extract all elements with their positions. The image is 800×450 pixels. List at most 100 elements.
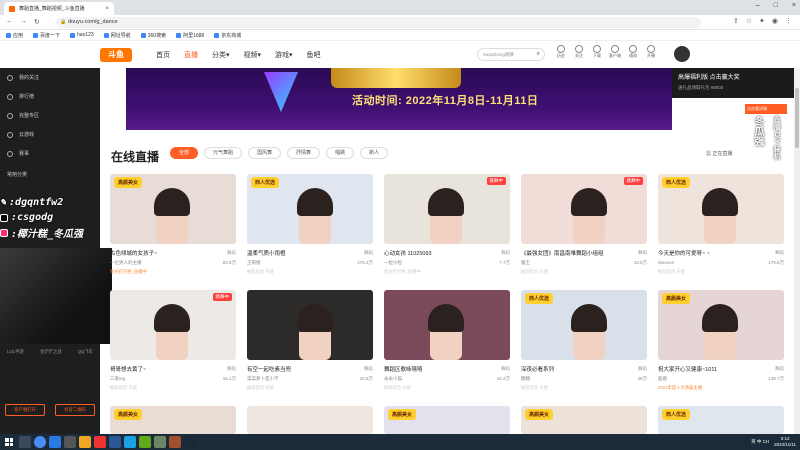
category-tab[interactable]: 唱跳: [326, 147, 355, 159]
card-category[interactable]: 舞蹈: [775, 250, 784, 256]
stream-card[interactable]: 跳舞中 舞蹈 心动女孩 11025093 一粒沙粒 7.7万 星光打召唤_直播中: [384, 174, 510, 282]
forward-icon[interactable]: →: [20, 18, 27, 26]
side-promo[interactable]: 高爆福利版 点击赢大奖 送礼品领取礼包 ¥9000: [672, 68, 800, 98]
sort-link[interactable]: ▦ 正在直播: [706, 150, 732, 157]
stream-title[interactable]: 有空一起吃素当兜: [247, 365, 373, 373]
header-icon-item[interactable]: 关注: [573, 45, 585, 59]
sidebar-category-link[interactable]: LOL手游: [7, 349, 24, 355]
bookmark-item[interactable]: 网址导航: [103, 32, 131, 39]
card-category[interactable]: 舞蹈: [775, 366, 784, 372]
bookmark-item[interactable]: 百度一下: [33, 32, 60, 39]
stream-title[interactable]: 深夜必看系列: [521, 365, 647, 373]
bookmark-item[interactable]: 应用: [6, 32, 23, 39]
stream-title[interactable]: 古色倾城的女孩子~: [110, 249, 236, 257]
app-taskbar-icon[interactable]: [49, 436, 61, 448]
streamer-name[interactable]: 腿王: [521, 260, 530, 266]
sidebar-item[interactable]: 排行榜: [0, 87, 100, 106]
header-icon-item[interactable]: 客户端: [609, 45, 621, 59]
windows-start-icon[interactable]: [5, 438, 13, 446]
stream-card[interactable]: 高颜美女 舞蹈 古色倾城的女孩子~ 一位男人的主播 83.6万 星光打召唤_直播中: [110, 174, 236, 282]
douyu-logo[interactable]: 斗鱼: [100, 47, 132, 62]
header-icon-item[interactable]: 通知: [627, 45, 639, 59]
maximize-icon[interactable]: □: [774, 2, 778, 9]
stream-thumbnail[interactable]: 高颜美女: [110, 406, 236, 434]
header-icon-item[interactable]: 开播: [645, 45, 657, 59]
card-category[interactable]: 舞蹈: [501, 250, 510, 256]
stream-title[interactable]: 《最强女团》南昌南唯舞蹈小组组: [521, 249, 647, 257]
streamer-name[interactable]: Mooove: [658, 260, 674, 266]
close-tab-icon[interactable]: ×: [105, 6, 109, 12]
bookmark-item[interactable]: 360搜索: [140, 32, 166, 39]
stream-title[interactable]: 温柔气质小雨橙: [247, 249, 373, 257]
search-input[interactable]: Saraphong跳舞 ⌕: [477, 48, 545, 61]
stream-thumbnail[interactable]: 跳舞中: [384, 174, 510, 244]
tray-text[interactable]: 英 中 CH: [751, 439, 769, 445]
stream-card[interactable]: 高颜美女 舞蹈 祝大家开心又健康~1011 鹿鹿 148.7万 2021年度十大清晨主播: [658, 290, 784, 398]
minimize-icon[interactable]: –: [756, 2, 760, 9]
app-taskbar-icon[interactable]: [124, 436, 136, 448]
sidebar-category-link[interactable]: 金铲铲之战: [40, 349, 61, 355]
stream-thumbnail[interactable]: 高颜美女: [658, 290, 784, 360]
streamer-name[interactable]: 一粒沙粒: [384, 260, 402, 266]
streamer-name[interactable]: 王雨橙: [247, 260, 261, 266]
streamer-name[interactable]: 一位男人的主播: [110, 260, 142, 266]
douyin-qr-button[interactable]: 抖音二维码: [55, 404, 95, 416]
stream-title[interactable]: 心动女孩 11025093: [384, 249, 510, 257]
right-floating-panel[interactable]: 点击看详情 冬瓜强 直播 DIY 装机: [745, 104, 787, 244]
streamer-name[interactable]: 菜菜萝卜是小学: [247, 376, 279, 382]
header-icon-item[interactable]: 下载: [591, 45, 603, 59]
nav-item[interactable]: 视频▾: [244, 50, 262, 60]
stream-title[interactable]: 祝大家开心又健康~1011: [658, 365, 784, 373]
stream-card[interactable]: 高颜美女: [521, 406, 647, 434]
header-icon-item[interactable]: 历史: [555, 45, 567, 59]
stream-title[interactable]: 舞蹈区歌咏嘻嘻: [384, 365, 510, 373]
nav-item[interactable]: 鱼吧: [307, 50, 321, 60]
share-icon[interactable]: ⇪: [733, 17, 739, 25]
stream-card[interactable]: 高颜美女: [384, 406, 510, 434]
clock[interactable]: 0:12 2022/11/11: [774, 436, 796, 448]
stream-thumbnail[interactable]: [247, 290, 373, 360]
category-tab[interactable]: 新人: [360, 147, 389, 159]
stream-card[interactable]: [247, 406, 373, 434]
stream-card[interactable]: 舞蹈 有空一起吃素当兜 菜菜萝卜是小学 10.5万 推荐综合 天使: [247, 290, 373, 398]
category-tab[interactable]: 抒情舞: [287, 147, 321, 159]
stream-thumbnail[interactable]: [384, 290, 510, 360]
streamer-name[interactable]: 三爱ing: [110, 376, 125, 382]
card-category[interactable]: 舞蹈: [638, 366, 647, 372]
nav-item[interactable]: 分类▾: [212, 50, 230, 60]
stream-card[interactable]: 跳舞中 舞蹈 哥哥想去黄了~ 三爱ing 16.1万 推荐综合 天使: [110, 290, 236, 398]
card-category[interactable]: 舞蹈: [227, 366, 236, 372]
streamer-name[interactable]: 永永小猫: [384, 376, 402, 382]
sidebar-category-link[interactable]: QQ飞车: [78, 349, 93, 355]
nav-item[interactable]: 游戏▾: [275, 50, 293, 60]
card-category[interactable]: 舞蹈: [227, 250, 236, 256]
stream-card[interactable]: 西人优选: [658, 406, 784, 434]
stream-thumbnail[interactable]: 高颜美女: [110, 174, 236, 244]
category-tab[interactable]: 全部: [170, 147, 199, 159]
star-icon[interactable]: ☆: [746, 17, 752, 25]
app-taskbar-icon[interactable]: [94, 436, 106, 448]
search-icon[interactable]: ⌕: [537, 49, 540, 60]
extensions-icon[interactable]: ✦: [759, 17, 765, 25]
app-taskbar-icon[interactable]: [109, 436, 121, 448]
stream-thumbnail[interactable]: 跳舞中: [521, 174, 647, 244]
stream-card[interactable]: 跳舞中 舞蹈 《最强女团》南昌南唯舞蹈小组组 腿王 10.5万 推荐综合 天使: [521, 174, 647, 282]
url-input[interactable]: 🔒 douyu.com/g_dance: [56, 17, 701, 28]
category-tab[interactable]: 国风舞: [248, 147, 282, 159]
nav-item[interactable]: 直播: [184, 50, 198, 60]
streamer-name[interactable]: 鹿鹿: [658, 376, 667, 382]
event-banner[interactable]: 活动时间: 2022年11月8日-11月11日: [126, 68, 672, 130]
app-taskbar-icon[interactable]: [139, 436, 151, 448]
stream-thumbnail[interactable]: 西人优选: [521, 290, 647, 360]
stream-thumbnail[interactable]: 高颜美女: [384, 406, 510, 434]
back-icon[interactable]: ←: [6, 18, 13, 26]
close-window-icon[interactable]: ×: [792, 2, 796, 9]
sidebar-item[interactable]: 赛事: [0, 144, 100, 163]
sidebar-item[interactable]: 云游戏: [0, 125, 100, 144]
bookmark-item[interactable]: 阿里1688: [176, 32, 204, 39]
open-client-button[interactable]: 客户端打开: [5, 404, 45, 416]
card-category[interactable]: 舞蹈: [501, 366, 510, 372]
card-category[interactable]: 舞蹈: [364, 250, 373, 256]
stream-thumbnail[interactable]: 西人优选: [247, 174, 373, 244]
app-taskbar-icon[interactable]: [169, 436, 181, 448]
